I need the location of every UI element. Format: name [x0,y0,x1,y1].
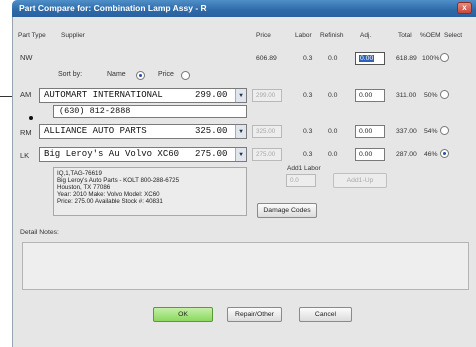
nw-select-radio[interactable] [440,53,449,62]
header-labor: Labor [295,32,312,39]
am-supplier-amount: 299.00 [195,90,228,100]
rm-labor: 0.3 [303,128,313,135]
row-type-rm: RM [20,128,32,137]
add1-labor-label: Add1 Labor [287,165,321,172]
info-line: Price: 275.00 Available Stock #: 40831 [57,198,163,205]
lk-price-input: 275.00 [252,148,282,161]
nw-refinish: 0.0 [328,55,338,62]
rm-oem: 54% [424,128,438,135]
header-adj: Adj. [360,32,372,39]
lk-select-radio[interactable] [440,149,449,158]
am-price-input: 299.00 [252,89,282,102]
chevron-down-icon[interactable]: ▼ [235,89,246,102]
chevron-down-icon[interactable]: ▼ [235,148,246,161]
detail-notes-label: Detail Notes: [20,229,59,236]
close-icon[interactable]: x [457,2,472,14]
lk-oem: 46% [424,151,438,158]
info-line: Houston, TX 77086 [57,184,111,191]
header-total: Total [398,32,412,39]
rm-supplier-amount: 325.00 [195,126,228,136]
am-refinish: 0.0 [328,92,338,99]
rm-supplier-text: ALLIANCE AUTO PARTS [44,126,147,136]
lk-supplier-select[interactable]: Big Leroy's Au Volvo XC60 275.00 ▼ [39,147,247,162]
detail-notes-area[interactable] [22,242,469,290]
window-title: Part Compare for: Combination Lamp Assy … [19,3,207,13]
lk-adj-input[interactable]: 0.00 [355,148,385,161]
rm-total: 337.00 [396,128,417,135]
sort-name-label: Name [107,71,126,78]
sort-price-radio[interactable] [181,71,190,80]
info-line: Year: 2010 Make: Volvo Model: XC60 [57,191,160,198]
info-line: Big Leroy's Auto Parts - KOLT 800-288-67… [57,177,180,184]
header-refinish: Refinish [320,32,344,39]
sort-price-label: Price [158,71,174,78]
chevron-down-icon[interactable]: ▼ [235,125,246,138]
title-bar: Part Compare for: Combination Lamp Assy … [12,0,476,17]
header-price: Price [256,32,271,39]
header-oem: %OEM [420,32,441,39]
lk-refinish: 0.0 [328,151,338,158]
header-select: Select [444,32,463,39]
am-labor: 0.3 [303,92,313,99]
ok-button[interactable]: OK [153,307,213,322]
nw-total: 618.89 [396,55,417,62]
nw-adj-input[interactable]: 0.00 [355,52,385,65]
sort-label: Sort by: [58,71,83,78]
add1-up-button[interactable]: Add1-Up [333,173,387,188]
sort-name-radio[interactable] [136,71,145,80]
am-supplier-select[interactable]: AUTOMART INTERNATIONAL 299.00 ▼ [39,88,247,103]
lk-supplier-amount: 275.00 [195,149,228,159]
damage-codes-button[interactable]: Damage Codes [257,203,317,218]
rm-price-input: 325.00 [252,125,282,138]
row-type-am: AM [20,90,32,99]
dialog-body: Part Type Supplier Price Labor Refinish … [12,17,476,347]
info-line: IQ,1,TAG-76619 [57,170,102,177]
header-supplier: Supplier [61,32,85,39]
supplier-info-box: IQ,1,TAG-76619 Big Leroy's Auto Parts - … [53,167,247,216]
rm-supplier-select[interactable]: ALLIANCE AUTO PARTS 325.00 ▼ [39,124,247,139]
nw-price: 606.89 [256,55,277,62]
row-type-lk: LK [20,151,30,160]
am-phone: (630) 812-2888 [53,105,247,118]
nw-labor: 0.3 [303,55,313,62]
rm-select-radio[interactable] [440,126,449,135]
rm-adj-input[interactable]: 0.00 [355,125,385,138]
nw-adj-value: 0.00 [359,55,375,62]
row-type-nw: NW [20,53,33,62]
nw-oem: 100% [422,55,440,62]
am-select-radio[interactable] [440,90,449,99]
am-phone-text: (630) 812-2888 [59,106,131,116]
header-part-type: Part Type [18,32,46,39]
repair-other-button[interactable]: Repair/Other [227,307,282,322]
lk-total: 287.00 [396,151,417,158]
lk-supplier-text: Big Leroy's Au Volvo XC60 [44,149,180,159]
am-adj-input[interactable]: 0.00 [355,89,385,102]
lk-labor: 0.3 [303,151,313,158]
add1-labor-input: 0.0 [286,174,316,187]
am-oem: 50% [424,92,438,99]
rm-refinish: 0.0 [328,128,338,135]
cancel-button[interactable]: Cancel [299,307,352,322]
callout-dot [29,116,33,120]
am-supplier-text: AUTOMART INTERNATIONAL [44,90,163,100]
am-total: 311.00 [396,92,417,99]
